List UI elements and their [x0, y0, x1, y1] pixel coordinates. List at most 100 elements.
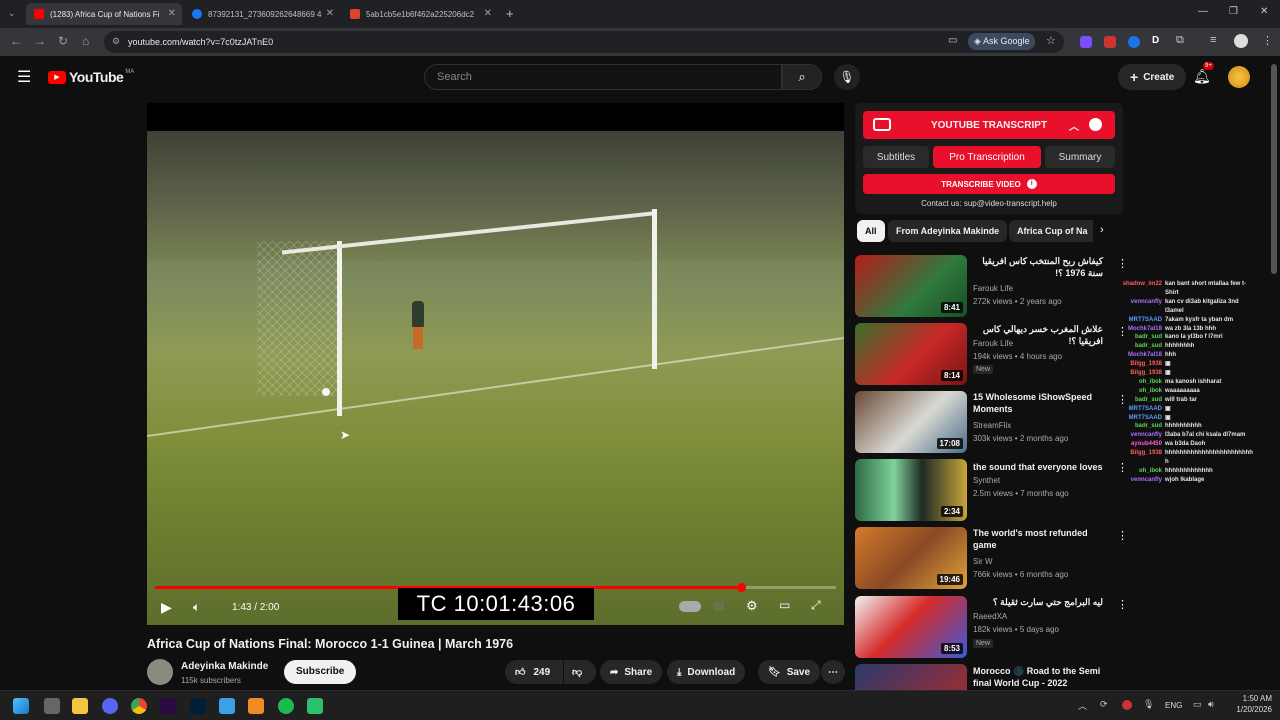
restore-icon[interactable]: ❐	[1229, 6, 1238, 17]
discord-icon[interactable]	[102, 698, 118, 714]
language-indicator[interactable]: ENG	[1165, 701, 1182, 710]
minimize-icon[interactable]: —	[1198, 6, 1208, 17]
chip-africa-cup[interactable]: Africa Cup of Na	[1009, 220, 1093, 242]
progress-scrubber[interactable]	[736, 583, 746, 592]
new-tab-icon[interactable]: +	[506, 6, 514, 21]
transcribe-video-button[interactable]: TRANSCRIBE VIDEO i	[863, 174, 1115, 194]
rec-thumbnail[interactable]: 8:14	[855, 323, 967, 385]
chips-next-icon[interactable]: ›	[1100, 224, 1104, 236]
extensions-puzzle-icon[interactable]: ⧉	[1176, 34, 1184, 47]
create-button[interactable]: + Create	[1118, 64, 1187, 90]
account-icon[interactable]	[1089, 118, 1102, 131]
rec-channel[interactable]: StreamFlix	[973, 421, 1011, 430]
clock-date[interactable]: 1/20/2026	[1224, 705, 1272, 714]
rec-video-1[interactable]: 8:41 كيفاش ربح المنتخب كاس افريقيا سنة 1…	[855, 255, 1128, 319]
tab-youtube[interactable]: (1283) Africa Cup of Nations Fi ✕	[26, 3, 182, 25]
rec-more-icon[interactable]: ⋮	[1117, 257, 1128, 270]
rec-title[interactable]: ليه البرامج حتي سارت ثقيلة ؟	[973, 596, 1103, 608]
tab-document[interactable]: 5ab1cb5e1b6f462a225206dc2 ✕	[342, 3, 498, 25]
tray-volume-icon[interactable]: 🔊︎	[1208, 699, 1214, 710]
account-avatar[interactable]	[1228, 66, 1250, 88]
rec-channel[interactable]: Farouk Life	[973, 284, 1013, 293]
theater-mode-icon[interactable]: ▭	[779, 598, 790, 612]
collapse-chevron-icon[interactable]: ︿	[1069, 118, 1079, 133]
tab-pro-transcription[interactable]: Pro Transcription	[933, 146, 1041, 168]
search-input[interactable]: Search	[424, 64, 782, 90]
app-green-icon[interactable]	[307, 698, 323, 714]
save-button[interactable]: 🔖︎ Save	[758, 660, 821, 684]
transcript-header[interactable]: YOUTUBE TRANSCRIPT ︿	[863, 111, 1115, 139]
rec-thumbnail[interactable]: 17:08	[855, 391, 967, 453]
rec-video-7[interactable]: Morocco 🌑 Road to the Semi final World C…	[855, 664, 1115, 690]
ask-google-button[interactable]: ◈ Ask Google	[968, 33, 1036, 50]
rec-thumbnail[interactable]: 8:41	[855, 255, 967, 317]
tray-chevron-icon[interactable]: ︿	[1078, 699, 1087, 712]
tab-summary[interactable]: Summary	[1045, 146, 1115, 168]
rec-more-icon[interactable]: ⋮	[1117, 598, 1128, 611]
rec-video-4[interactable]: 2:34 the sound that everyone loves Synth…	[855, 459, 1128, 523]
page-scrollbar[interactable]	[1271, 64, 1277, 274]
rec-video-3[interactable]: 17:08 15 Wholesome iShowSpeed Moments St…	[855, 391, 1128, 455]
file-explorer-icon[interactable]	[72, 698, 88, 714]
rec-channel[interactable]: RaeedXA	[973, 612, 1007, 621]
like-button[interactable]: 👍︎ 249	[505, 660, 563, 684]
extension-purple-icon[interactable]	[1080, 36, 1092, 48]
settings-gear-icon[interactable]: ⚙	[746, 598, 758, 614]
extension-counter-icon[interactable]	[1104, 36, 1116, 48]
fullscreen-icon[interactable]: ⤢	[811, 598, 821, 613]
rec-video-6[interactable]: 8:53 ليه البرامج حتي سارت ثقيلة ؟ RaeedX…	[855, 596, 1128, 660]
rec-title[interactable]: Morocco 🌑 Road to the Semi final World C…	[973, 665, 1103, 689]
channel-name[interactable]: Adeyinka Makinde	[181, 661, 268, 672]
back-icon[interactable]: ←	[10, 34, 22, 48]
rec-channel[interactable]: Sir W	[973, 557, 993, 566]
tray-mic-icon[interactable]: 🎙︎	[1143, 699, 1154, 710]
browser-menu-icon[interactable]: ⋮	[1262, 34, 1273, 47]
close-tab-icon[interactable]: ✕	[168, 8, 176, 19]
extension-d-icon[interactable]: D	[1152, 35, 1159, 46]
dislike-button[interactable]: 👎︎	[564, 660, 596, 684]
rec-thumbnail[interactable]: 19:46	[855, 527, 967, 589]
url-field[interactable]: ⚙ youtube.com/watch?v=7c0tzJATnE0 ▭ ◈ As…	[104, 31, 1064, 53]
premiere-icon[interactable]	[160, 698, 176, 714]
rec-more-icon[interactable]: ⋮	[1117, 529, 1128, 542]
search-button[interactable]: ⌕	[782, 64, 822, 90]
play-button[interactable]: ▶	[161, 599, 172, 616]
tray-network-icon[interactable]: ▭	[1193, 699, 1202, 710]
download-button[interactable]: ⤓ Download	[667, 660, 746, 684]
chrome-icon[interactable]	[131, 698, 147, 714]
rec-channel[interactable]: Farouk Life	[973, 339, 1013, 348]
rec-thumbnail[interactable]: 8:53	[855, 596, 967, 658]
chip-from-channel[interactable]: From Adeyinka Makinde	[888, 220, 1008, 242]
tab-facebook[interactable]: 87392131_273609262648669 4 ✕	[184, 3, 340, 25]
extension-blue-icon[interactable]	[1128, 36, 1140, 48]
notifications-button[interactable]: 🔔︎ 9+	[1193, 62, 1214, 86]
tray-app-icon[interactable]	[1122, 700, 1132, 710]
tab-list-icon[interactable]: ⌄	[8, 8, 16, 19]
spotify-icon[interactable]	[278, 698, 294, 714]
share-button[interactable]: ➦ Share	[600, 660, 663, 684]
video-frame[interactable]: ➤	[147, 131, 844, 625]
rec-video-5[interactable]: 19:46 The world's most refunded game Sir…	[855, 527, 1128, 591]
subtitles-icon[interactable]: ▤	[714, 599, 724, 612]
rec-thumbnail[interactable]: 2:34	[855, 459, 967, 521]
tray-wifi-icon[interactable]: ⟳	[1100, 699, 1108, 710]
vlc-icon[interactable]	[248, 698, 264, 714]
close-tab-icon[interactable]: ✕	[484, 8, 492, 19]
rec-title[interactable]: The world's most refunded game	[973, 527, 1103, 551]
rec-title[interactable]: 15 Wholesome iShowSpeed Moments	[973, 391, 1103, 415]
media-list-icon[interactable]: ≡	[1210, 34, 1216, 46]
profile-avatar-icon[interactable]	[1234, 34, 1248, 48]
cast-icon[interactable]: ▭	[948, 35, 957, 46]
chip-all[interactable]: All	[857, 220, 885, 242]
rec-video-2[interactable]: 8:14 علاش المغرب خسر ديهالي كاس افريقيا …	[855, 323, 1128, 387]
voice-search-icon[interactable]: 🎙	[834, 64, 860, 90]
rec-title[interactable]: the sound that everyone loves	[973, 461, 1103, 473]
rec-thumbnail[interactable]	[855, 664, 967, 690]
volume-button[interactable]: 🔈︎	[193, 600, 200, 615]
rec-title[interactable]: كيفاش ربح المنتخب كاس افريقيا سنة 1976 ؟…	[973, 255, 1103, 279]
task-view-icon[interactable]	[44, 698, 60, 714]
close-tab-icon[interactable]: ✕	[326, 8, 334, 19]
home-icon[interactable]: ⌂	[82, 34, 89, 48]
video-player[interactable]: ➤ ▶ 🔈︎ 1:43 / 2:00 TC 10:01:43:06 ▤ ⚙ ▭ …	[147, 103, 844, 625]
photoshop-icon[interactable]	[190, 698, 206, 714]
